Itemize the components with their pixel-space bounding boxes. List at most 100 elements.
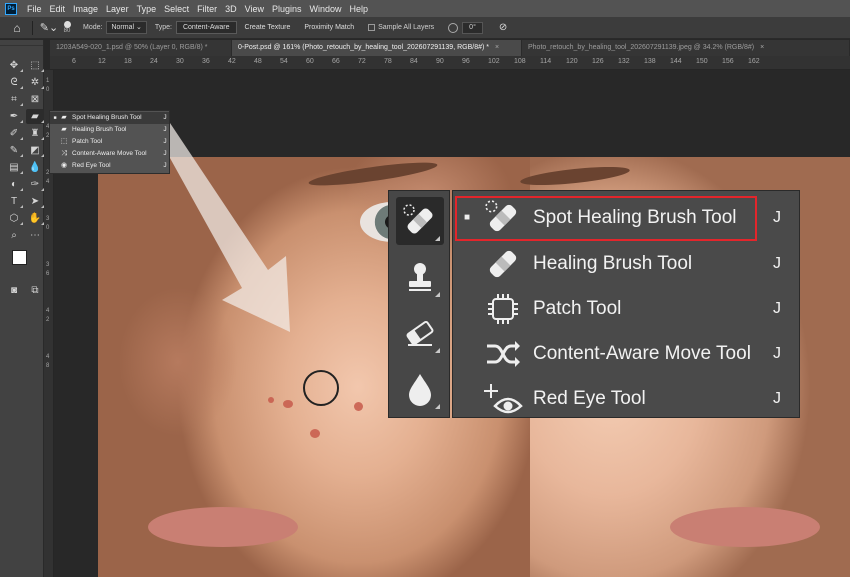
crop-tool-icon[interactable]: ⌗ [5, 92, 23, 107]
document-tab[interactable]: 1203A549-020_1.psd @ 50% (Layer 0, RGB/8… [50, 40, 232, 56]
marquee-tool-icon[interactable]: ⬚ [26, 58, 44, 73]
ruler-tick-label: 0 [46, 87, 50, 93]
panel-grip[interactable] [0, 40, 43, 46]
menu-filter[interactable]: Filter [193, 4, 221, 14]
flyout-item-label: Healing Brush Tool [533, 252, 693, 274]
ruler-tick-label: 90 [436, 58, 444, 65]
blur-tool-button[interactable] [396, 365, 444, 413]
menu-image[interactable]: Image [69, 4, 102, 14]
blemish [268, 397, 274, 403]
dodge-tool-icon[interactable]: ◐ [5, 177, 23, 192]
flyout-item-label: Healing Brush Tool [72, 126, 127, 133]
content-aware-move-icon: ⤨ [61, 150, 67, 157]
flyout-item-label: Patch Tool [72, 138, 103, 145]
flyout-item-patch[interactable]: Patch Tool J [453, 286, 799, 331]
mode-select[interactable]: Normal ⌄ [106, 21, 147, 34]
flyout-item-red-eye[interactable]: ◉ Red Eye Tool J [50, 160, 169, 172]
menu-layer[interactable]: Layer [102, 4, 133, 14]
tool-preset-icon[interactable]: ✎⌄ [39, 20, 59, 36]
menu-type[interactable]: Type [133, 4, 161, 14]
lips [670, 507, 820, 547]
ruler-tick-label: 4 [46, 179, 50, 185]
angle-icon [448, 22, 459, 33]
eraser-tool-icon[interactable]: ◩ [26, 143, 44, 158]
photoshop-logo[interactable]: Ps [5, 2, 17, 15]
gradient-tool-icon[interactable]: ▤ [5, 160, 23, 175]
type-proximity-match-button[interactable]: Proximity Match [298, 21, 360, 34]
content-aware-move-icon [481, 336, 525, 372]
ruler-tick-label: 48 [254, 58, 262, 65]
document-tab-active[interactable]: 0-Post.psd @ 161% (Photo_retouch_by_heal… [232, 40, 522, 56]
pressure-pen-icon[interactable]: ⊘ [499, 22, 507, 33]
type-content-aware-button[interactable]: Content-Aware [175, 21, 237, 34]
ruler-tick-label: 156 [722, 58, 734, 65]
pen-tool-icon[interactable]: ✑ [26, 177, 44, 192]
lasso-tool-icon[interactable]: ᘓ [5, 75, 23, 90]
document-tab[interactable]: Photo_retouch_by_healing_tool_2026072911… [522, 40, 850, 56]
menu-3d[interactable]: 3D [221, 4, 241, 14]
menu-window[interactable]: Window [306, 4, 346, 14]
shape-tool-icon[interactable]: ⬡ [5, 211, 23, 226]
patch-icon: ⬚ [60, 138, 68, 145]
frame-tool-icon[interactable]: ⊠ [26, 92, 44, 107]
home-icon[interactable]: ⌂ [8, 19, 26, 37]
flyout-item-content-aware-move[interactable]: Content-Aware Move Tool J [453, 331, 799, 376]
flyout-item-spot-healing[interactable]: ■ ▰ Spot Healing Brush Tool J [50, 112, 169, 124]
flyout-item-content-aware-move[interactable]: ⤨ Content-Aware Move Tool J [50, 148, 169, 160]
ruler-tick-label: 114 [540, 58, 552, 65]
ruler-tick-label: 84 [410, 58, 418, 65]
flyout-item-red-eye[interactable]: Red Eye Tool J [453, 376, 799, 421]
clone-stamp-tool-button[interactable] [396, 253, 444, 301]
tab-label: 1203A549-020_1.psd @ 50% (Layer 0, RGB/8… [56, 44, 208, 51]
ruler-tick-label: 2 [46, 317, 50, 323]
ruler-tick-label: 36 [202, 58, 210, 65]
sample-all-layers-checkbox[interactable] [368, 24, 376, 31]
foreground-color-swatch[interactable] [12, 250, 27, 265]
shortcut-key: J [163, 162, 167, 169]
zoom-tool-icon[interactable]: ⌕ [5, 228, 23, 243]
brush-tool-icon[interactable]: ✐ [5, 126, 23, 141]
move-tool-icon[interactable]: ✥ [5, 58, 23, 73]
more-tools-icon[interactable]: ⋯ [26, 228, 44, 243]
menu-view[interactable]: View [241, 4, 268, 14]
quick-mask-icon[interactable]: ◙ [5, 283, 23, 298]
flyout-item-label: Red Eye Tool [72, 162, 111, 169]
path-selection-tool-icon[interactable]: ➤ [26, 194, 44, 209]
spot-healing-brush-icon [403, 204, 433, 234]
flyout-item-patch[interactable]: ⬚ Patch Tool J [50, 136, 169, 148]
ruler-tick-label: 4 [46, 354, 50, 360]
eraser-tool-button[interactable] [396, 309, 444, 357]
type-tool-icon[interactable]: T [5, 194, 23, 209]
ruler-horizontal: 6 12 18 24 30 36 42 48 54 60 66 72 78 84 90 96 102 108 114… [50, 56, 850, 70]
spot-healing-tool-icon[interactable]: ▰ [26, 109, 44, 124]
menu-select[interactable]: Select [160, 4, 193, 14]
menu-help[interactable]: Help [346, 4, 373, 14]
brush-tip-icon [63, 21, 71, 28]
blemish [310, 429, 320, 438]
hand-tool-icon[interactable]: ✋ [26, 211, 44, 226]
type-create-texture-button[interactable]: Create Texture [239, 21, 297, 34]
eyedropper-tool-icon[interactable]: ✒ [5, 109, 23, 124]
magic-wand-tool-icon[interactable]: ✲ [26, 75, 44, 90]
screen-mode-icon[interactable]: ⧉ [26, 283, 44, 298]
close-icon[interactable]: × [495, 44, 499, 51]
angle-input[interactable]: 0° [462, 21, 483, 34]
blur-tool-icon[interactable]: 💧 [26, 160, 44, 175]
clone-stamp-tool-icon[interactable]: ♜ [26, 126, 44, 141]
flyout-item-healing-brush[interactable]: Healing Brush Tool J [453, 241, 799, 286]
ruler-tick-label: 162 [748, 58, 760, 65]
ruler-tick-label: 1 [46, 78, 50, 84]
history-brush-tool-icon[interactable]: ✎ [5, 143, 23, 158]
flyout-item-healing-brush[interactable]: ▰ Healing Brush Tool J [50, 124, 169, 136]
brush-preset-picker[interactable]: 80 [59, 21, 75, 34]
menu-edit[interactable]: Edit [46, 4, 70, 14]
close-icon[interactable]: × [760, 44, 764, 51]
menu-file[interactable]: File [23, 4, 46, 14]
document-tab-bar: 1203A549-020_1.psd @ 50% (Layer 0, RGB/8… [50, 40, 850, 56]
blemish [354, 402, 363, 411]
flyout-indicator-icon [435, 236, 440, 241]
patch-icon [481, 291, 525, 327]
spot-healing-tool-button[interactable] [396, 197, 444, 245]
healing-brush-icon: ▰ [61, 126, 67, 133]
menu-plugins[interactable]: Plugins [268, 4, 306, 14]
